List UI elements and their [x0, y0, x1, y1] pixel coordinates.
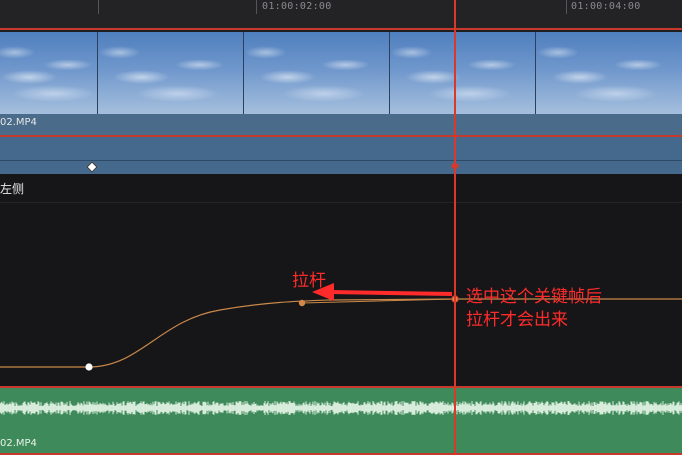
- annotation-note-line1: 选中这个关键帧后: [466, 287, 602, 307]
- annotation-overlay: [312, 283, 453, 301]
- annotation-arrow-shaft: [329, 290, 453, 296]
- annotation-handle-label: 拉杆: [292, 271, 326, 291]
- annotation-note-line2: 拉杆才会出来: [466, 310, 568, 330]
